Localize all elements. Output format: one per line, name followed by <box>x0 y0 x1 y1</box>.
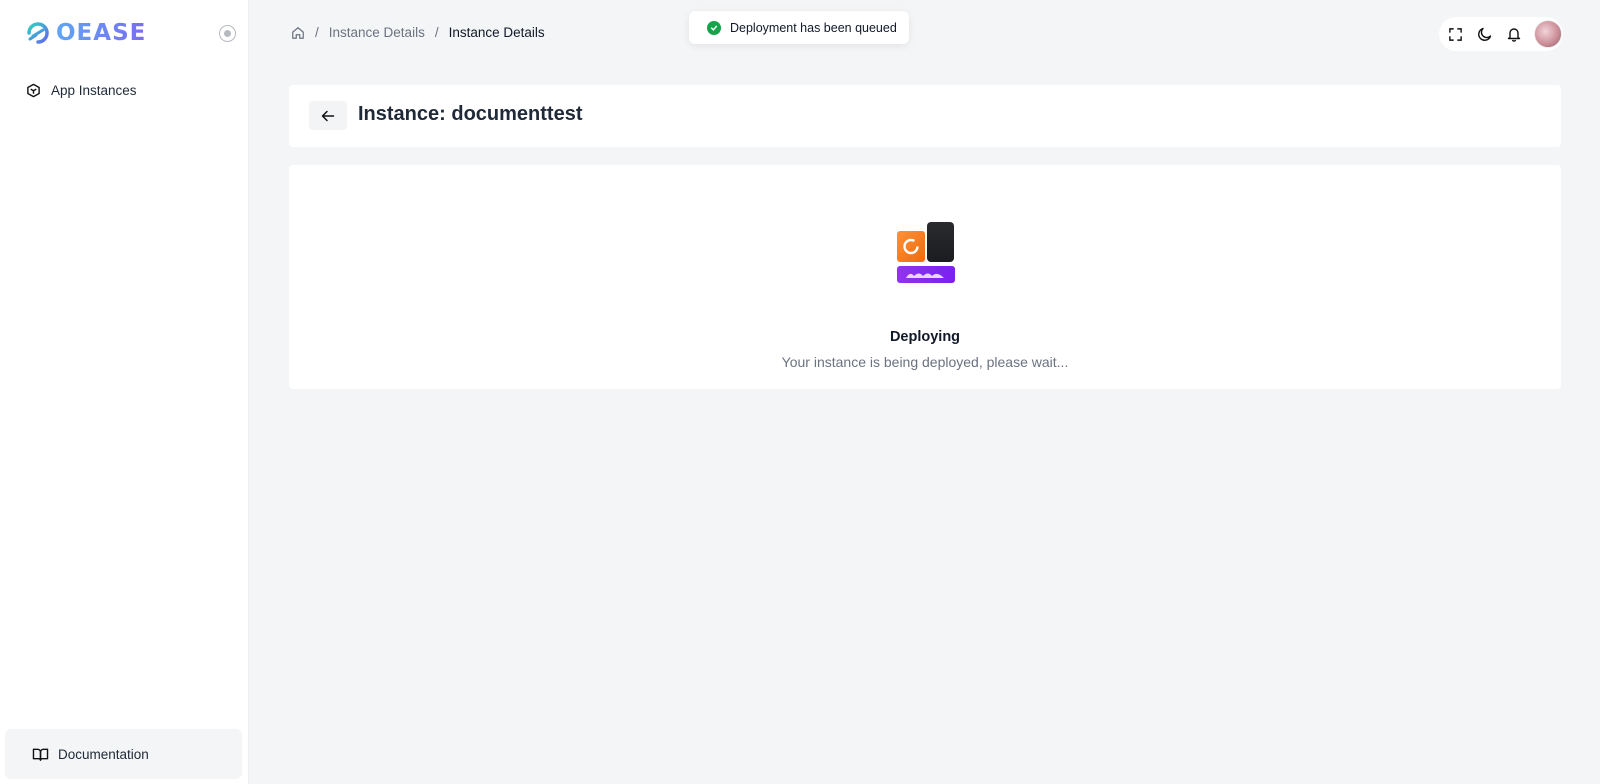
page-title: Instance: documenttest <box>358 103 583 125</box>
home-icon[interactable] <box>291 26 305 40</box>
toast-notification: Deployment has been queued <box>689 11 909 44</box>
bell-icon[interactable] <box>1505 26 1522 43</box>
success-check-icon <box>707 20 721 35</box>
logo-icon <box>27 22 49 44</box>
status-message: Your instance is being deployed, please … <box>781 354 1069 370</box>
moon-icon[interactable] <box>1476 26 1493 43</box>
fullscreen-icon[interactable] <box>1447 26 1464 43</box>
sidebar-toggle-button[interactable] <box>219 25 236 42</box>
toast-message: Deployment has been queued <box>730 20 897 35</box>
breadcrumb-separator: / <box>315 25 319 40</box>
sidebar-item-label: Documentation <box>58 746 149 762</box>
logo[interactable]: OEASE <box>24 19 146 47</box>
deployment-status-card: Deploying Your instance is being deploye… <box>289 165 1561 389</box>
status-title: Deploying <box>889 329 961 345</box>
page-header: Instance: documenttest <box>289 85 1561 147</box>
back-button[interactable] <box>309 101 347 130</box>
breadcrumb-separator: / <box>434 25 439 40</box>
sidebar-item-label: App Instances <box>51 82 137 98</box>
sidebar-item-app-instances[interactable]: App Instances <box>16 76 241 104</box>
book-open-icon <box>32 748 49 761</box>
cube-icon <box>27 83 40 97</box>
sidebar-item-documentation[interactable]: Documentation <box>5 729 242 779</box>
top-toolbar <box>1439 17 1563 51</box>
breadcrumb-item[interactable]: Instance Details <box>329 25 425 40</box>
toggle-dot-icon <box>224 30 231 37</box>
breadcrumb: / Instance Details / Instance Details <box>291 25 545 40</box>
avatar[interactable] <box>1534 20 1562 48</box>
arrow-left-icon <box>321 110 335 121</box>
deploying-illustration-icon <box>897 222 955 283</box>
breadcrumb-current: Instance Details <box>448 25 545 40</box>
logo-text: OEASE <box>56 20 147 46</box>
sidebar: OEASE App Instances Documentation <box>0 0 249 784</box>
